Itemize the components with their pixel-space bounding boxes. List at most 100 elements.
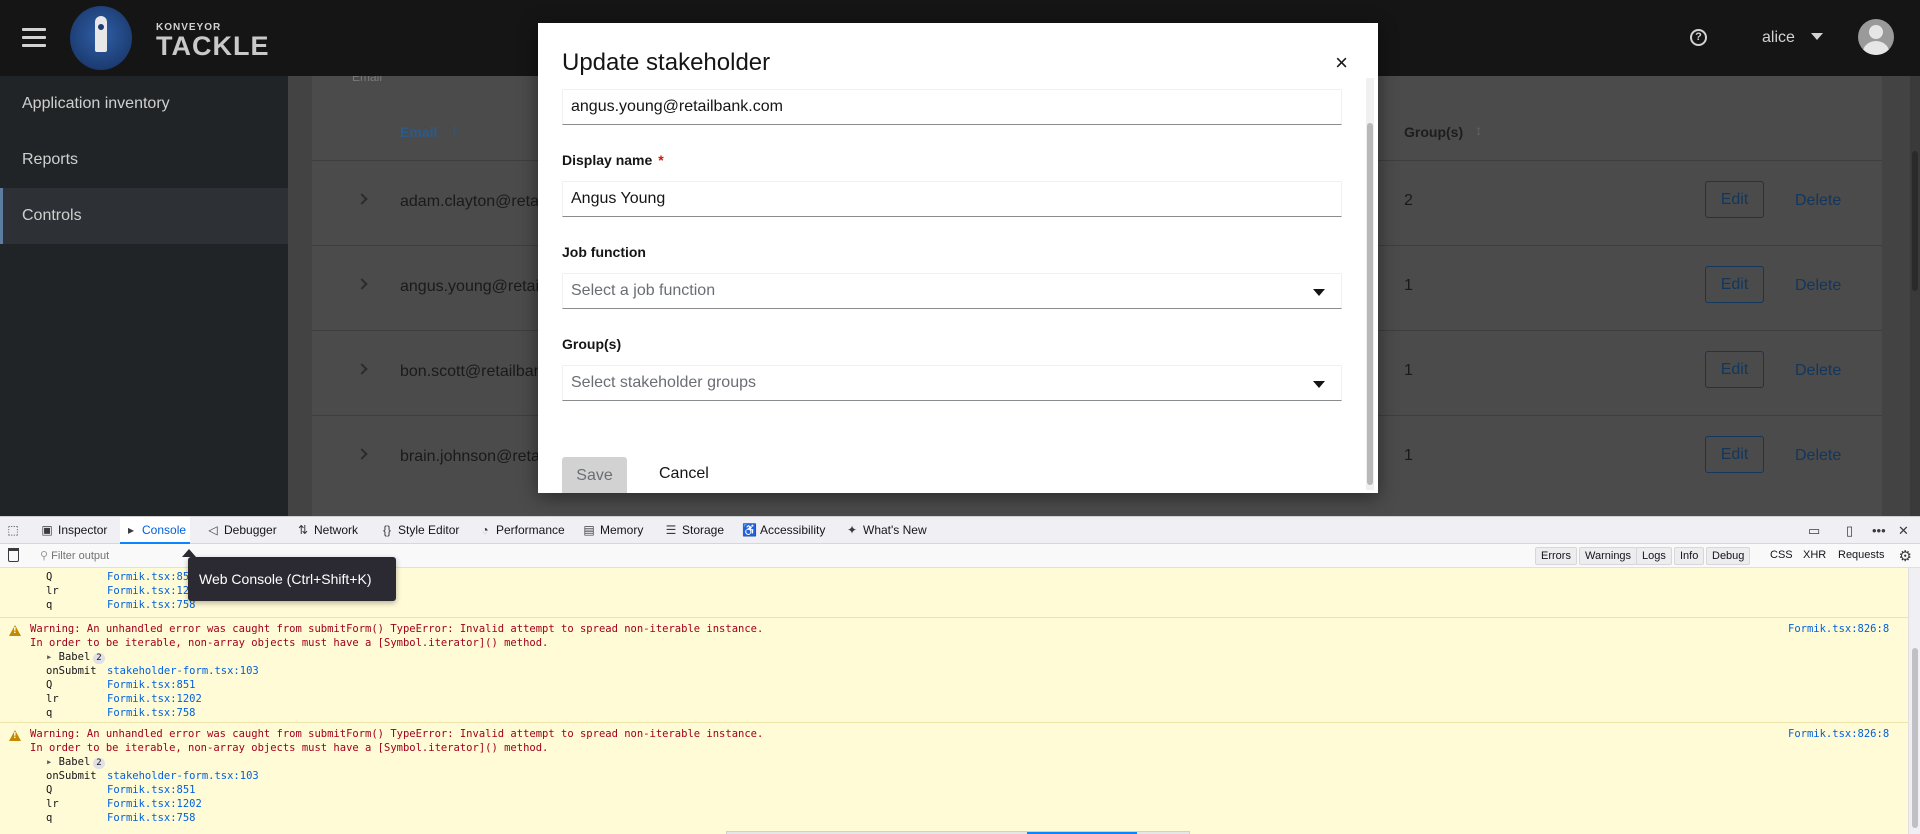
row-email: bon.scott@retailbar — [400, 363, 539, 380]
memory-icon: ▤ — [583, 523, 595, 537]
devtools-toolbar: ⬚ ▣ Inspector ▸ Console ◁ Debugger ⇅ Network… — [0, 517, 1920, 544]
sidebar-item-application-inventory[interactable]: Application inventory — [0, 76, 288, 132]
filter-logs-button[interactable]: Logs — [1636, 547, 1672, 565]
edit-button[interactable]: Edit — [1705, 181, 1764, 218]
tab-style-editor[interactable]: {} Style Editor — [380, 517, 459, 544]
edit-button[interactable]: Edit — [1705, 266, 1764, 303]
delete-button[interactable]: Delete — [1795, 192, 1841, 210]
tab-accessibility-label: Accessibility — [760, 523, 826, 537]
warning-icon — [9, 625, 21, 636]
filter-css-button[interactable]: CSS — [1770, 549, 1793, 561]
clear-console-icon[interactable] — [8, 548, 19, 562]
filter-errors-button[interactable]: Errors — [1535, 547, 1577, 565]
sort-icon[interactable]: ↕ — [1475, 122, 1482, 138]
tab-network[interactable]: ⇅ Network — [296, 517, 358, 544]
tab-console[interactable]: ▸ Console — [120, 517, 191, 544]
stack-fn: q — [46, 707, 53, 719]
babel-group[interactable]: ▸ Babel 2 — [46, 756, 105, 769]
close-devtools-icon[interactable]: ✕ — [1898, 523, 1909, 539]
stack-location-link[interactable]: Formik.tsx:851 — [107, 571, 196, 583]
expand-triangle-icon: ▸ — [46, 756, 59, 768]
caret-down-icon[interactable] — [1313, 289, 1325, 296]
babel-count-badge: 2 — [93, 758, 105, 769]
responsive-mode-icon[interactable]: ▯ — [1846, 523, 1853, 539]
filter-output-input[interactable]: ⚲ Filter output — [40, 549, 109, 562]
tab-memory[interactable]: ▤ Memory — [582, 517, 643, 544]
filter-xhr-button[interactable]: XHR — [1803, 549, 1826, 561]
delete-button[interactable]: Delete — [1795, 447, 1841, 465]
chevron-right-icon[interactable] — [356, 193, 368, 205]
job-function-select[interactable]: Select a job function — [562, 273, 1342, 309]
filter-debug-button[interactable]: Debug — [1706, 547, 1751, 565]
user-menu-label[interactable]: alice — [1762, 29, 1795, 47]
stack-fn: lr — [46, 585, 59, 597]
brand-big: TACKLE — [156, 31, 270, 61]
tab-debugger[interactable]: ◁ Debugger — [206, 517, 276, 544]
chevron-right-icon[interactable] — [356, 363, 368, 375]
warning-source-link[interactable]: Formik.tsx:826:8 — [1788, 728, 1889, 740]
tab-inspector[interactable]: ▣ Inspector — [40, 517, 107, 544]
filter-warnings-button[interactable]: Warnings — [1579, 547, 1638, 565]
performance-icon: ◔ — [481, 523, 489, 537]
caret-down-icon[interactable] — [1811, 33, 1823, 40]
edit-button[interactable]: Edit — [1705, 436, 1764, 473]
page-scrollbar-thumb[interactable] — [1912, 151, 1918, 291]
stack-fn: lr — [46, 693, 59, 705]
stack-location-link[interactable]: stakeholder-form.tsx:103 — [107, 770, 259, 782]
filter-requests-button[interactable]: Requests — [1838, 549, 1884, 561]
warning-source-link[interactable]: Formik.tsx:826:8 — [1788, 623, 1889, 635]
sidebar-item-reports[interactable]: Reports — [0, 132, 288, 188]
cancel-button[interactable]: Cancel — [659, 465, 709, 483]
filter-info-button[interactable]: Info — [1674, 547, 1705, 565]
tab-performance[interactable]: ◔ Performance — [478, 517, 565, 544]
page-scrollbar[interactable] — [1910, 76, 1920, 516]
more-options-icon[interactable]: ••• — [1872, 523, 1886, 538]
console-scrollbar[interactable] — [1908, 568, 1920, 834]
stack-location-link[interactable]: Formik.tsx:758 — [107, 707, 196, 719]
help-icon[interactable]: ? — [1690, 29, 1707, 46]
toolbar-filter-fragment[interactable]: Email — [352, 76, 472, 86]
row-email: adam.clayton@retai — [400, 193, 543, 210]
stack-location-link[interactable]: Formik.tsx:1202 — [107, 693, 202, 705]
tab-storage-label: Storage — [682, 523, 725, 537]
element-picker-icon[interactable]: ⬚ — [6, 517, 24, 544]
babel-group[interactable]: ▸ Babel 2 — [46, 651, 105, 664]
tab-storage[interactable]: ☰ Storage — [664, 517, 724, 544]
caret-down-icon[interactable] — [1313, 381, 1325, 388]
console-warning: Warning: An unhandled error was caught f… — [0, 618, 1908, 723]
stack-location-link[interactable]: Formik.tsx:758 — [107, 599, 196, 611]
stack-location-link[interactable]: Formik.tsx:851 — [107, 679, 196, 691]
delete-button[interactable]: Delete — [1795, 277, 1841, 295]
stack-location-link[interactable]: Formik.tsx:1202 — [107, 798, 202, 810]
close-icon[interactable]: × — [1335, 52, 1348, 74]
stack-fn: q — [46, 599, 53, 611]
chevron-right-icon[interactable] — [356, 278, 368, 290]
tab-performance-label: Performance — [496, 523, 565, 537]
column-header-groups[interactable]: Group(s) — [1404, 124, 1463, 140]
tab-inspector-label: Inspector — [58, 523, 108, 537]
display-name-label: Display name * — [562, 152, 664, 168]
avatar[interactable] — [1858, 19, 1894, 55]
modal-scrollbar-thumb[interactable] — [1367, 123, 1373, 485]
sidebar-item-controls[interactable]: Controls — [0, 188, 288, 244]
groups-select[interactable]: Select stakeholder groups — [562, 365, 1342, 401]
display-name-field[interactable]: Angus Young — [562, 181, 1342, 217]
hamburger-menu-icon[interactable] — [22, 28, 46, 48]
console-settings-gear-icon[interactable]: ⚙ — [1899, 547, 1912, 565]
delete-button[interactable]: Delete — [1795, 362, 1841, 380]
stack-location-link[interactable]: Formik.tsx:851 — [107, 784, 196, 796]
save-button[interactable]: Save — [562, 457, 627, 493]
tab-whats-new[interactable]: ✦ What's New — [845, 517, 927, 544]
brand-logo[interactable]: KONVEYOR TACKLE — [156, 22, 270, 61]
chevron-right-icon[interactable] — [356, 448, 368, 460]
sort-ascending-icon[interactable]: ↑ — [451, 122, 459, 139]
email-field[interactable]: angus.young@retailbank.com — [562, 89, 1342, 125]
edit-button[interactable]: Edit — [1705, 351, 1764, 388]
modal-scrollbar[interactable] — [1366, 78, 1374, 490]
tab-accessibility[interactable]: ♿ Accessibility — [742, 517, 825, 544]
console-scrollbar-thumb[interactable] — [1912, 648, 1918, 828]
column-header-email[interactable]: Email — [400, 124, 437, 140]
split-console-icon[interactable]: ▭ — [1808, 523, 1820, 539]
stack-location-link[interactable]: Formik.tsx:758 — [107, 812, 196, 824]
stack-location-link[interactable]: stakeholder-form.tsx:103 — [107, 665, 259, 677]
